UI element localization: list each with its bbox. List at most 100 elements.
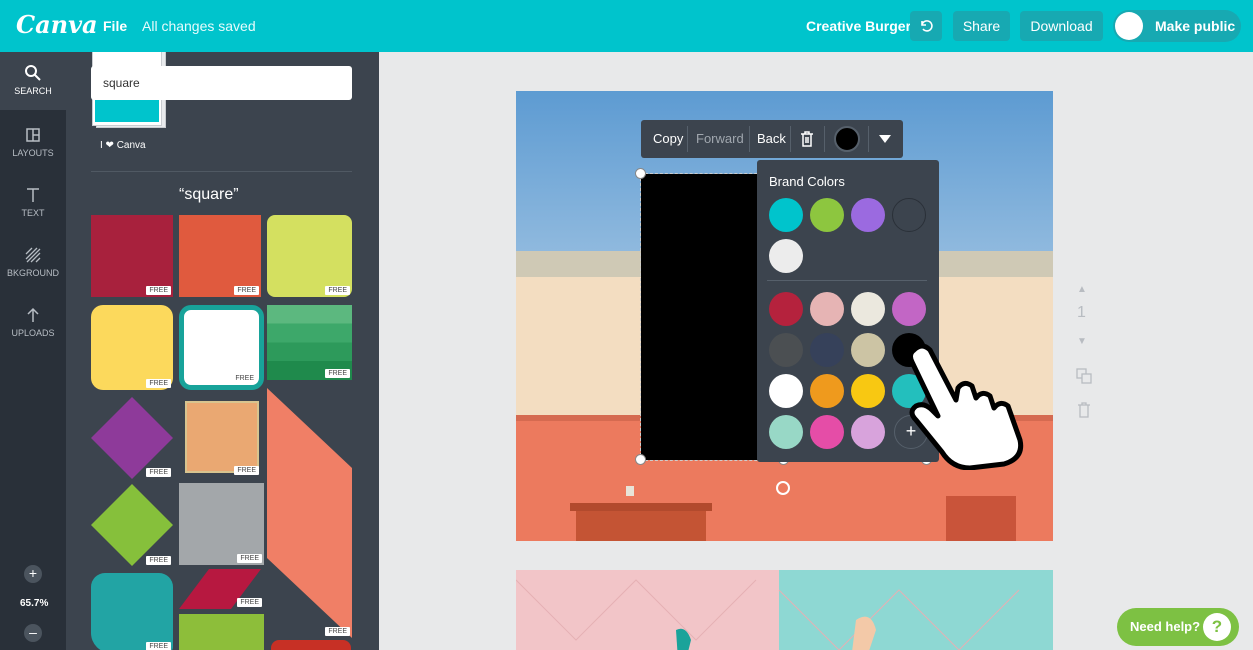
palette-divider	[767, 280, 927, 281]
zoom-level: 65.7%	[20, 598, 49, 609]
zoom-in-button[interactable]: +	[24, 565, 42, 583]
free-badge: FREE	[146, 286, 171, 295]
rail-label: BKGROUND	[6, 268, 59, 278]
parallelogram-tile-crimson[interactable]: FREE	[179, 569, 264, 609]
make-public-toggle[interactable]: Make public	[1113, 10, 1241, 42]
square-tile-red[interactable]: FREE	[91, 215, 173, 297]
rail-item-background[interactable]: BKGROUND	[0, 234, 66, 292]
brand-colors-heading: Brand Colors	[769, 174, 845, 189]
color-swatch[interactable]	[769, 292, 803, 326]
color-swatch-button[interactable]	[834, 126, 860, 152]
design-title[interactable]: Creative Burger	[806, 18, 911, 34]
diamond-tile-green[interactable]: FREE	[90, 483, 174, 567]
left-rail: SEARCH LAYOUTS TEXT BKGROUND UPLOADS + 6…	[0, 52, 66, 650]
resize-handle[interactable]	[635, 454, 646, 465]
color-swatch[interactable]	[810, 415, 844, 449]
rail-item-uploads[interactable]: UPLOADS	[0, 294, 66, 352]
save-status: All changes saved	[142, 18, 256, 34]
copy-button[interactable]: Copy	[653, 131, 683, 146]
free-badge: FREE	[237, 554, 262, 563]
text-icon	[27, 188, 39, 202]
search-input[interactable]	[91, 66, 352, 100]
rail-label: UPLOADS	[11, 328, 55, 338]
rail-label: LAYOUTS	[12, 148, 54, 158]
need-help-button[interactable]: Need help? ?	[1117, 608, 1239, 646]
free-badge: FREE	[325, 286, 350, 295]
square-tile-lime[interactable]: FREE	[267, 215, 352, 297]
need-help-label: Need help?	[1130, 619, 1201, 634]
free-badge: FREE	[234, 286, 259, 295]
forward-button[interactable]: Forward	[696, 131, 744, 146]
square-tile-orange[interactable]: FREE	[179, 215, 261, 297]
diamond-tile-purple[interactable]: FREE	[90, 396, 174, 480]
color-swatch[interactable]	[851, 333, 885, 367]
toggle-knob	[1115, 12, 1143, 40]
layouts-icon	[26, 128, 40, 142]
file-menu[interactable]: File	[103, 18, 127, 34]
color-swatch[interactable]	[769, 333, 803, 367]
divider	[91, 171, 352, 172]
toolbar-separator	[687, 126, 688, 152]
square-tile-yellow[interactable]: FREE	[91, 305, 173, 390]
rail-item-text[interactable]: TEXT	[0, 174, 66, 232]
brand-color-swatch[interactable]	[769, 239, 803, 273]
color-swatch[interactable]	[810, 333, 844, 367]
brand-color-swatch[interactable]	[851, 198, 885, 232]
download-button[interactable]: Download	[1020, 11, 1103, 41]
toolbar-separator	[790, 126, 791, 152]
results-title: “square”	[179, 186, 239, 203]
square-tile-gray[interactable]: FREE	[179, 483, 264, 565]
element-toolbar: Copy Forward Back	[641, 120, 903, 158]
rail-item-search[interactable]: SEARCH	[0, 52, 66, 110]
search-panel: I ❤ Canva “square” FREE FREE FREE FREE F…	[66, 52, 379, 650]
top-bar: Canva File All changes saved Creative Bu…	[0, 0, 1253, 52]
color-swatch[interactable]	[851, 292, 885, 326]
color-swatch[interactable]	[810, 374, 844, 408]
brand-color-swatch[interactable]	[892, 198, 926, 232]
caret-down-icon[interactable]	[879, 135, 891, 143]
delete-page-icon[interactable]	[1077, 402, 1091, 418]
page-down-icon[interactable]: ▼	[1077, 336, 1087, 347]
square-tile-white[interactable]: FREE	[179, 305, 264, 390]
background-icon	[25, 247, 41, 263]
canva-label: I ❤ Canva	[100, 140, 146, 151]
rotate-handle[interactable]	[776, 481, 790, 495]
square-tile-teal[interactable]: FREE	[91, 573, 173, 650]
brand-color-swatch[interactable]	[769, 198, 803, 232]
zoom-out-button[interactable]: –	[24, 624, 42, 642]
color-swatch[interactable]	[851, 415, 885, 449]
free-badge: FREE	[325, 627, 350, 636]
toolbar-separator	[868, 126, 869, 152]
toolbar-separator	[824, 126, 825, 152]
color-swatch[interactable]	[810, 292, 844, 326]
undo-icon	[921, 20, 933, 32]
brand-color-swatch[interactable]	[810, 198, 844, 232]
square-tile-olive[interactable]	[179, 614, 264, 650]
square-tile-green-stripes[interactable]: FREE	[267, 305, 352, 380]
undo-button[interactable]	[910, 11, 942, 41]
rail-item-layouts[interactable]: LAYOUTS	[0, 114, 66, 172]
copy-page-icon[interactable]	[1076, 368, 1092, 384]
square-tile-peach[interactable]: FREE	[179, 397, 261, 477]
square-tile-red-partial[interactable]	[271, 640, 351, 650]
free-badge: FREE	[232, 374, 257, 383]
parallelogram-tile-salmon[interactable]: FREE	[267, 388, 352, 638]
color-swatch[interactable]	[892, 292, 926, 326]
hand-pointer-icon	[907, 343, 1024, 470]
color-swatch[interactable]	[851, 374, 885, 408]
rail-label: SEARCH	[14, 86, 52, 96]
free-badge: FREE	[146, 468, 171, 477]
free-badge: FREE	[237, 598, 262, 607]
color-swatch[interactable]	[769, 415, 803, 449]
canva-logo[interactable]: Canva	[16, 10, 98, 39]
rail-label: TEXT	[21, 208, 45, 218]
share-button[interactable]: Share	[953, 11, 1010, 41]
back-button[interactable]: Back	[757, 131, 786, 146]
design-page-2[interactable]	[516, 570, 1053, 650]
parallelogram-shape	[267, 388, 352, 638]
resize-handle[interactable]	[635, 168, 646, 179]
upload-icon	[27, 307, 39, 322]
color-swatch[interactable]	[769, 374, 803, 408]
trash-icon[interactable]	[799, 130, 815, 148]
page-up-icon[interactable]: ▲	[1077, 284, 1087, 295]
